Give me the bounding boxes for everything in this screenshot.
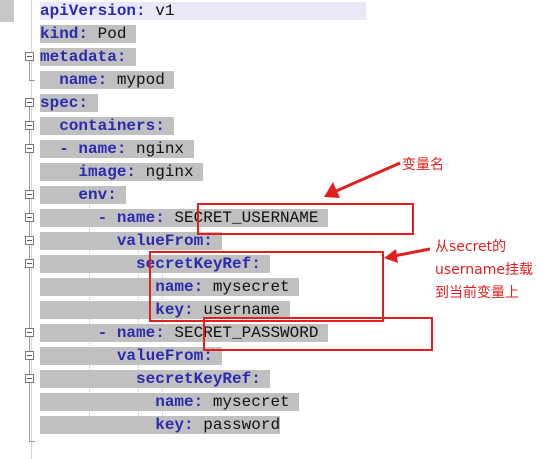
annotation-mount-line3: 到当前变量上 bbox=[435, 285, 519, 301]
annotation-mount-line1: 从secret的 bbox=[435, 239, 507, 255]
annotation-var-name: 变量名 bbox=[402, 157, 444, 173]
annotation-arrows bbox=[324, 161, 431, 263]
arrow-head-icon bbox=[384, 249, 398, 263]
arrow-to-secretkeyref bbox=[393, 247, 431, 258]
arrow-to-var-name bbox=[333, 161, 401, 194]
annotation-mount-line2: username挂载 bbox=[435, 262, 533, 278]
